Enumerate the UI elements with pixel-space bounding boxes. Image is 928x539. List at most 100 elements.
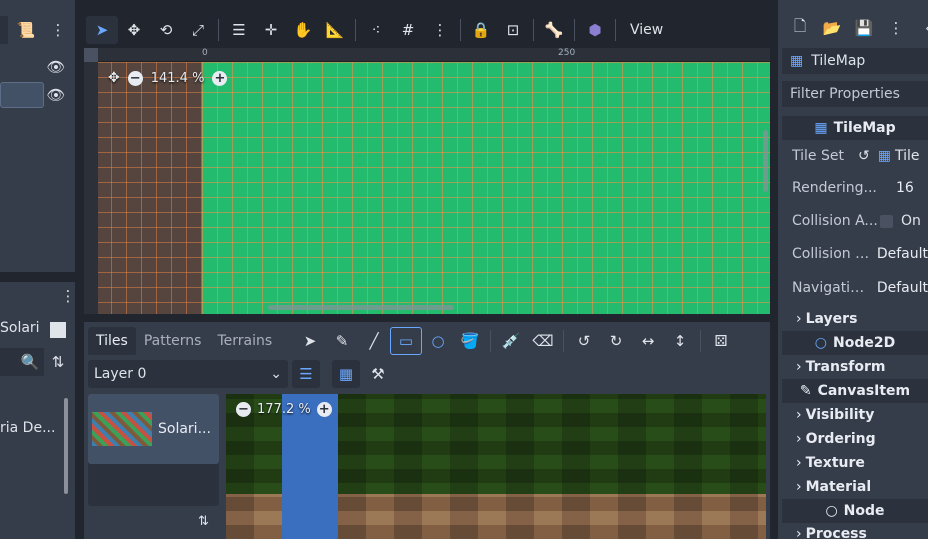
group-label: Visibility xyxy=(805,407,875,423)
atlas-zoom-level[interactable]: 177.2 % xyxy=(257,402,311,417)
group-texture[interactable]: › Texture xyxy=(782,453,928,473)
prop-row-rendering[interactable]: Rendering... 16 xyxy=(782,177,928,199)
rect-icon[interactable]: ▭ xyxy=(390,327,422,355)
move-icon[interactable]: ✥ xyxy=(118,16,150,44)
group-transform[interactable]: › Transform xyxy=(782,357,928,377)
group-ordering[interactable]: › Ordering xyxy=(782,429,928,449)
zoom-in-button[interactable]: + xyxy=(316,402,332,417)
picker-icon[interactable]: 💉 xyxy=(495,327,527,355)
zoom-out-button[interactable]: − xyxy=(236,402,251,417)
prop-value[interactable]: Default xyxy=(871,280,928,296)
pivot-icon[interactable]: ✛ xyxy=(255,16,287,44)
instantiate-icon[interactable]: 📜 xyxy=(12,16,40,44)
tab-patterns[interactable]: Patterns xyxy=(136,327,210,355)
group-visibility[interactable]: › Visibility xyxy=(782,405,928,425)
separator xyxy=(218,19,219,41)
flip-v-icon[interactable]: ↕ xyxy=(664,327,696,355)
tilemap-panel: Tiles Patterns Terrains ➤ ✎ ╱ ▭ ○ 🪣 💉 ⌫ … xyxy=(84,322,770,539)
pan-icon[interactable]: ✋ xyxy=(287,16,319,44)
paint-icon[interactable]: ✎ xyxy=(326,327,358,355)
tile-atlas-view[interactable]: − 177.2 % + xyxy=(226,394,766,539)
sort-icon[interactable]: ⇅ xyxy=(198,514,209,529)
tilemap-icon: ▦ xyxy=(790,53,804,69)
highlight-layer-icon[interactable]: ☰ xyxy=(292,360,320,388)
eye-icon[interactable]: 👁 xyxy=(42,81,70,109)
ruler-icon[interactable]: 📐 xyxy=(319,16,351,44)
checkbox[interactable] xyxy=(880,214,893,228)
select-icon[interactable]: ➤ xyxy=(86,16,118,44)
list-select-icon[interactable]: ☰ xyxy=(223,16,255,44)
tilemap-tabs: Tiles Patterns Terrains xyxy=(88,326,280,356)
rotate-right-icon[interactable]: ↻ xyxy=(600,327,632,355)
tools-icon[interactable]: ⚒ xyxy=(364,360,392,388)
layer-select[interactable]: Layer 0 ⌄ xyxy=(88,360,288,388)
prop-value[interactable]: Default xyxy=(871,246,928,262)
separator xyxy=(563,330,564,352)
group-icon[interactable]: ⊡ xyxy=(497,16,529,44)
eye-icon[interactable]: 👁 xyxy=(42,53,70,81)
reset-icon[interactable]: ↺ xyxy=(858,148,870,164)
prop-value[interactable]: 16 xyxy=(892,180,914,196)
random-icon[interactable]: ⚄ xyxy=(705,327,737,355)
grid-snap-icon[interactable]: # xyxy=(392,16,424,44)
bone-icon[interactable]: 🦴 xyxy=(538,16,570,44)
zoom-level[interactable]: 141.4 % xyxy=(151,71,205,86)
chevron-right-icon: › xyxy=(796,455,802,471)
smart-snap-icon[interactable]: ⁖ xyxy=(360,16,392,44)
zoom-reset-icon[interactable]: ✥ xyxy=(108,70,120,86)
history-back-icon[interactable]: ‹ xyxy=(914,14,928,42)
scene-tree-selected-row[interactable] xyxy=(0,82,44,108)
selected-node-bar[interactable]: ▦ TileMap xyxy=(782,48,928,74)
prop-row-collision-visibility[interactable]: Collision V... Default xyxy=(782,243,928,265)
save-icon[interactable]: 💾 xyxy=(850,14,878,42)
more-icon[interactable]: ⋮ xyxy=(424,16,456,44)
node2d-icon: ○ xyxy=(814,335,827,351)
chevron-down-icon: ⌄ xyxy=(270,366,282,382)
prop-row-tileset[interactable]: Tile Set ↺ ▦ Tile xyxy=(782,145,928,167)
group-process[interactable]: › Process xyxy=(782,524,928,539)
bucket-icon[interactable]: 🪣 xyxy=(454,327,486,355)
tile-tools: ➤ ✎ ╱ ▭ ○ 🪣 💉 ⌫ ↺ ↻ ↔ ↕ ⚄ xyxy=(294,326,737,356)
canvas-viewport[interactable]: ✥ − 141.4 % + xyxy=(98,62,770,314)
lock-icon[interactable]: 🔒 xyxy=(465,16,497,44)
view-menu[interactable]: View xyxy=(620,22,673,38)
prop-row-collision-animatable[interactable]: Collision A... On xyxy=(782,210,928,232)
horizontal-scrollbar[interactable] xyxy=(268,305,454,310)
horizontal-ruler[interactable]: 0 250 xyxy=(98,48,770,62)
tileset-thumbnail xyxy=(92,412,152,446)
tab-tiles[interactable]: Tiles xyxy=(88,327,136,355)
tilemap-area[interactable] xyxy=(202,62,770,314)
more-icon[interactable]: ⋮ xyxy=(882,14,910,42)
more-icon[interactable]: ⋮ xyxy=(54,282,82,310)
tile-source-item[interactable]: Solari... xyxy=(88,394,219,464)
line-icon[interactable]: ╱ xyxy=(358,327,390,355)
open-folder-icon[interactable]: 📂 xyxy=(818,14,846,42)
file-item[interactable]: ria De... xyxy=(0,420,55,436)
select-icon[interactable]: ➤ xyxy=(294,327,326,355)
eraser-icon[interactable]: ⌫ xyxy=(527,327,559,355)
group-material[interactable]: › Material xyxy=(782,477,928,497)
rotate-left-icon[interactable]: ↺ xyxy=(568,327,600,355)
more-icon[interactable]: ⋮ xyxy=(44,16,72,44)
tab-terrains[interactable]: Terrains xyxy=(209,327,280,355)
path-crumb[interactable]: Solari xyxy=(0,316,44,342)
vertical-ruler[interactable] xyxy=(84,48,98,314)
sort-icon[interactable]: ⇅ xyxy=(44,348,72,376)
flip-h-icon[interactable]: ↔ xyxy=(632,327,664,355)
filter-properties-input[interactable]: Filter Properties xyxy=(782,81,928,107)
camera-icon[interactable]: ⬢ xyxy=(579,16,611,44)
split-mode-icon[interactable] xyxy=(50,322,66,338)
scale-icon[interactable]: ⤢ xyxy=(182,16,214,44)
grid-toggle-icon[interactable]: ▦ xyxy=(332,360,360,388)
scene-filter-input[interactable] xyxy=(0,16,8,44)
zoom-out-button[interactable]: − xyxy=(127,70,143,86)
zoom-in-button[interactable]: + xyxy=(212,70,228,86)
group-layers[interactable]: › Layers xyxy=(782,309,928,329)
prop-row-navigation[interactable]: Navigatio... Default xyxy=(782,277,928,299)
vertical-scrollbar[interactable] xyxy=(763,130,768,192)
tile-source-list: Solari... ⇅ xyxy=(88,394,219,529)
new-resource-icon[interactable]: 🗋 xyxy=(786,14,814,42)
filesystem-scrollbar[interactable] xyxy=(64,398,68,494)
circle-icon[interactable]: ○ xyxy=(422,327,454,355)
rotate-icon[interactable]: ⟲ xyxy=(150,16,182,44)
